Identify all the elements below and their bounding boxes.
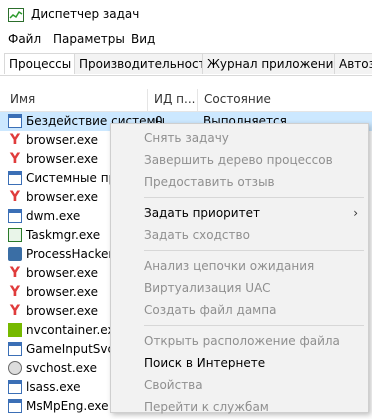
task-manager-icon <box>8 8 24 22</box>
menu-separator <box>144 250 364 251</box>
context-menu-item-label: Завершить дерево процессов <box>144 153 333 167</box>
tab-performance[interactable]: Производительность <box>74 53 218 74</box>
process-hacker-icon <box>8 247 22 261</box>
process-name: dwm.exe <box>26 209 81 223</box>
process-name: browser.exe <box>26 152 99 166</box>
menu-bar: Файл Параметры Вид <box>0 30 372 50</box>
process-name: Taskmgr.exe <box>26 228 101 242</box>
yandex-browser-icon: Y <box>9 132 21 148</box>
process-name: browser.exe <box>26 266 99 280</box>
context-menu-item[interactable]: Виртуализация UAC <box>111 277 368 299</box>
window-process-icon <box>8 399 22 413</box>
system-idle-icon <box>8 114 22 128</box>
menu-options[interactable]: Параметры <box>53 32 125 46</box>
context-menu-item[interactable]: Свойства <box>111 374 368 396</box>
window-process-icon <box>8 209 22 223</box>
context-menu-item[interactable]: Снять задачу <box>111 127 368 149</box>
column-header-pid[interactable]: ИД п... <box>154 92 195 106</box>
process-name: browser.exe <box>26 304 99 318</box>
column-header-name[interactable]: Имя <box>10 92 35 106</box>
process-name: browser.exe <box>26 133 99 147</box>
submenu-arrow-icon: › <box>353 206 358 220</box>
context-menu-item-label: Снять задачу <box>144 131 229 145</box>
yandex-browser-icon: Y <box>9 303 21 319</box>
context-menu-item-label: Задать сходство <box>144 228 250 242</box>
context-menu-item[interactable]: Перейти к службам <box>111 396 368 418</box>
yandex-browser-icon: Y <box>9 189 21 205</box>
task-manager-icon <box>8 228 22 242</box>
window-process-icon <box>8 380 22 394</box>
context-menu-item-label: Поиск в Интернете <box>144 356 266 370</box>
service-host-icon <box>8 361 22 375</box>
window-title: Диспетчер задач <box>31 7 140 21</box>
context-menu-item[interactable]: Задать приоритет › <box>111 202 368 224</box>
context-menu-item[interactable]: Открыть расположение файла <box>111 330 368 352</box>
menu-view[interactable]: Вид <box>131 32 155 46</box>
context-menu-item[interactable]: Предоставить отзыв <box>111 171 368 193</box>
context-menu-item[interactable]: Задать сходство <box>111 224 368 246</box>
table-header: Имя ИД п... Состояние <box>0 89 372 112</box>
tab-app-history[interactable]: Журнал приложений <box>202 53 347 74</box>
yandex-browser-icon: Y <box>9 284 21 300</box>
menu-separator <box>144 325 364 326</box>
tab-bar: Процессы Производительность Журнал прило… <box>0 53 372 76</box>
context-menu-item-label: Задать приоритет <box>144 206 260 220</box>
menu-separator <box>144 197 364 198</box>
window-process-icon <box>8 342 22 356</box>
context-menu-item-label: Создать файл дампа <box>144 303 277 317</box>
title-bar: Диспетчер задач <box>0 0 372 30</box>
process-name: browser.exe <box>26 285 99 299</box>
process-name: browser.exe <box>26 190 99 204</box>
context-menu-item[interactable]: Создать файл дампа <box>111 299 368 321</box>
process-name: svchost.exe <box>26 361 97 375</box>
yandex-browser-icon: Y <box>9 151 21 167</box>
column-header-status[interactable]: Состояние <box>204 92 271 106</box>
menu-file[interactable]: Файл <box>8 32 41 46</box>
tab-processes[interactable]: Процессы <box>4 53 77 74</box>
context-menu-item-label: Анализ цепочки ожидания <box>144 259 315 273</box>
process-name: lsass.exe <box>26 380 81 394</box>
context-menu-item-label: Предоставить отзыв <box>144 175 275 189</box>
context-menu-item-label: Свойства <box>144 378 203 392</box>
context-menu-item[interactable]: Завершить дерево процессов <box>111 149 368 171</box>
column-divider[interactable] <box>197 89 198 111</box>
system-interrupts-icon <box>8 171 22 185</box>
process-name: nvcontainer.exe <box>26 323 122 337</box>
context-menu-item[interactable]: Поиск в Интернете <box>111 352 368 374</box>
context-menu-item[interactable]: Анализ цепочки ожидания <box>111 255 368 277</box>
tab-startup[interactable]: Автоза <box>334 53 372 74</box>
context-menu-item-label: Виртуализация UAC <box>144 281 271 295</box>
yandex-browser-icon: Y <box>9 265 21 281</box>
nvidia-icon <box>8 323 22 337</box>
context-menu: Снять задачу Завершить дерево процессов Пр… <box>110 123 369 414</box>
process-name: MsMpEng.exe <box>26 399 109 413</box>
context-menu-item-label: Перейти к службам <box>144 400 269 414</box>
column-divider[interactable] <box>147 89 148 111</box>
context-menu-item-label: Открыть расположение файла <box>144 334 340 348</box>
